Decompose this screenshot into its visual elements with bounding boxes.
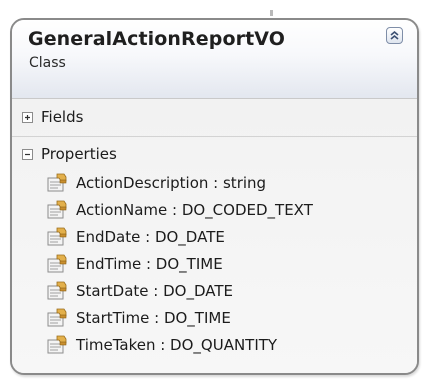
connector-stub <box>270 10 273 16</box>
property-text: StartDate : DO_DATE <box>76 281 233 300</box>
fields-compartment-header[interactable]: Fields <box>22 107 83 127</box>
property-text: ActionName : DO_CODED_TEXT <box>76 200 313 219</box>
property-item[interactable]: StartTime : DO_TIME <box>46 304 313 331</box>
property-icon <box>46 308 68 328</box>
property-text: EndTime : DO_TIME <box>76 254 223 273</box>
class-shape[interactable]: GeneralActionReportVO Class Fields Prope… <box>10 18 419 375</box>
property-item[interactable]: ActionDescription : string <box>46 169 313 196</box>
property-icon <box>46 227 68 247</box>
property-text: EndDate : DO_DATE <box>76 227 225 246</box>
class-header[interactable]: GeneralActionReportVO Class <box>12 20 417 99</box>
property-icon <box>46 335 68 355</box>
class-stereotype: Class <box>29 55 66 71</box>
property-icon <box>46 173 68 193</box>
double-chevron-up-icon <box>390 30 399 40</box>
minus-box-icon[interactable] <box>22 148 33 160</box>
fields-label: Fields <box>41 108 84 126</box>
property-icon <box>46 200 68 220</box>
property-item[interactable]: TimeTaken : DO_QUANTITY <box>46 331 313 358</box>
plus-box-icon[interactable] <box>22 111 33 123</box>
properties-list: ActionDescription : string ActionName : … <box>46 169 313 358</box>
property-icon <box>46 254 68 274</box>
property-icon <box>46 281 68 301</box>
collapse-shape-button[interactable] <box>386 27 403 44</box>
property-item[interactable]: EndDate : DO_DATE <box>46 223 313 250</box>
properties-label: Properties <box>41 145 117 163</box>
class-name: GeneralActionReportVO <box>28 28 285 50</box>
compartment-divider <box>12 136 417 137</box>
property-text: TimeTaken : DO_QUANTITY <box>76 335 278 354</box>
property-item[interactable]: ActionName : DO_CODED_TEXT <box>46 196 313 223</box>
properties-compartment-header[interactable]: Properties <box>22 144 117 164</box>
property-text: StartTime : DO_TIME <box>76 308 231 327</box>
diagram-canvas: GeneralActionReportVO Class Fields Prope… <box>0 0 435 383</box>
class-body: Fields Properties ActionDescription: st… <box>12 99 417 373</box>
property-item[interactable]: StartDate : DO_DATE <box>46 277 313 304</box>
property-item[interactable]: EndTime : DO_TIME <box>46 250 313 277</box>
property-text: ActionDescription : string <box>76 173 267 192</box>
